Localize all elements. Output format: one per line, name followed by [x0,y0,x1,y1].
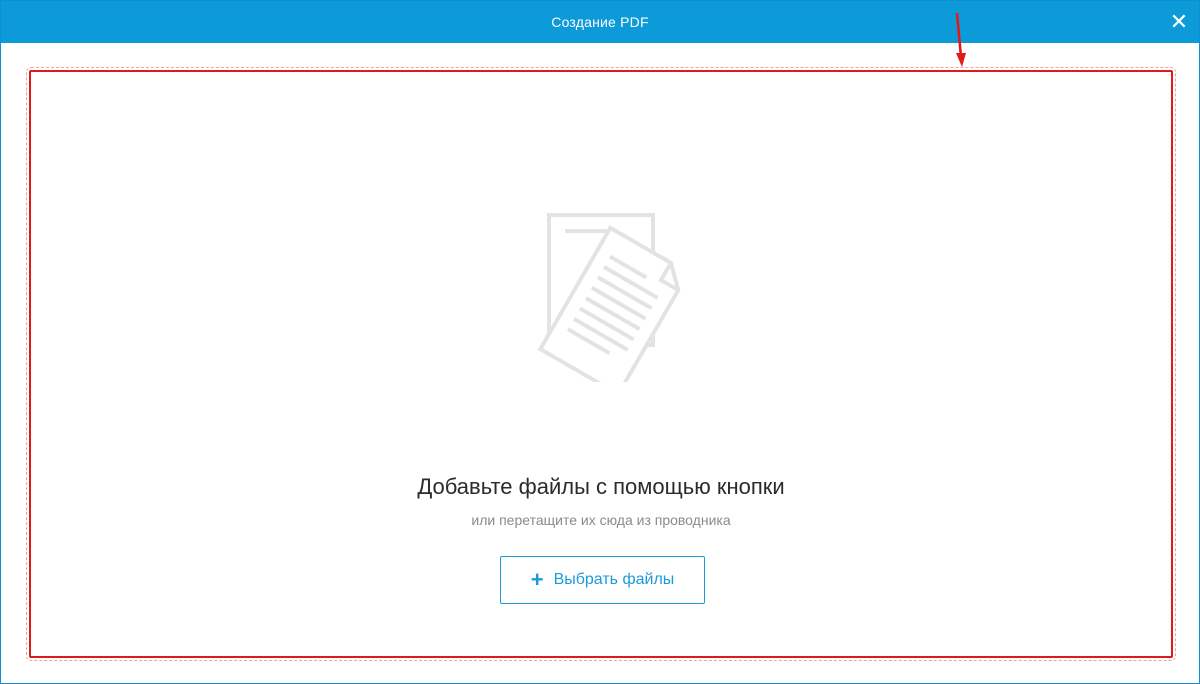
title-bar: Создание PDF ✕ [1,1,1199,43]
documents-icon [537,213,681,382]
create-pdf-window: Создание PDF ✕ Добавьте файлы с помощью … [0,0,1200,684]
drop-zone-hint: или перетащите их сюда из проводника [471,512,731,528]
choose-files-button[interactable]: + Выбрать файлы [500,556,705,604]
close-icon[interactable]: ✕ [1169,11,1189,33]
annotation-arrow [955,12,966,67]
window-title: Создание PDF [551,14,649,30]
choose-files-label: Выбрать файлы [553,571,675,588]
drop-zone-heading: Добавьте файлы с помощью кнопки [417,474,785,499]
plus-icon: + [530,567,544,592]
file-drop-zone[interactable]: Добавьте файлы с помощью кнопки или пере… [26,67,1176,661]
